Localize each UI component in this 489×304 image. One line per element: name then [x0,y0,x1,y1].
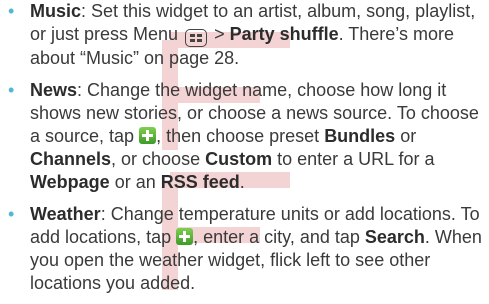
search-label: Search [364,227,425,247]
menu-key-icon [185,29,208,47]
widget-settings-list: • Music: Set this widget to an artist, a… [0,0,489,295]
plus-icon [176,228,194,245]
list-item-news: • News: Change the widget name, choose h… [8,80,479,192]
bullet-icon: • [8,80,15,100]
bullet-icon: • [8,1,15,21]
rss-feed-label: RSS feed [160,172,240,192]
list-item-music: • Music: Set this widget to an artist, a… [8,1,476,68]
channels-label: Channels [30,149,112,169]
bundles-label: Bundles [324,126,396,146]
plus-icon [139,127,157,144]
webpage-label: Webpage [30,172,110,192]
term-news: News [30,80,78,100]
party-shuffle-label: Party shuffle [229,24,339,44]
term-weather: Weather [30,204,101,224]
bullet-icon: • [8,204,15,224]
list-item-weather: • Weather: Change temperature units or a… [8,204,482,293]
custom-label: Custom [205,149,273,169]
term-music: Music [30,1,82,21]
